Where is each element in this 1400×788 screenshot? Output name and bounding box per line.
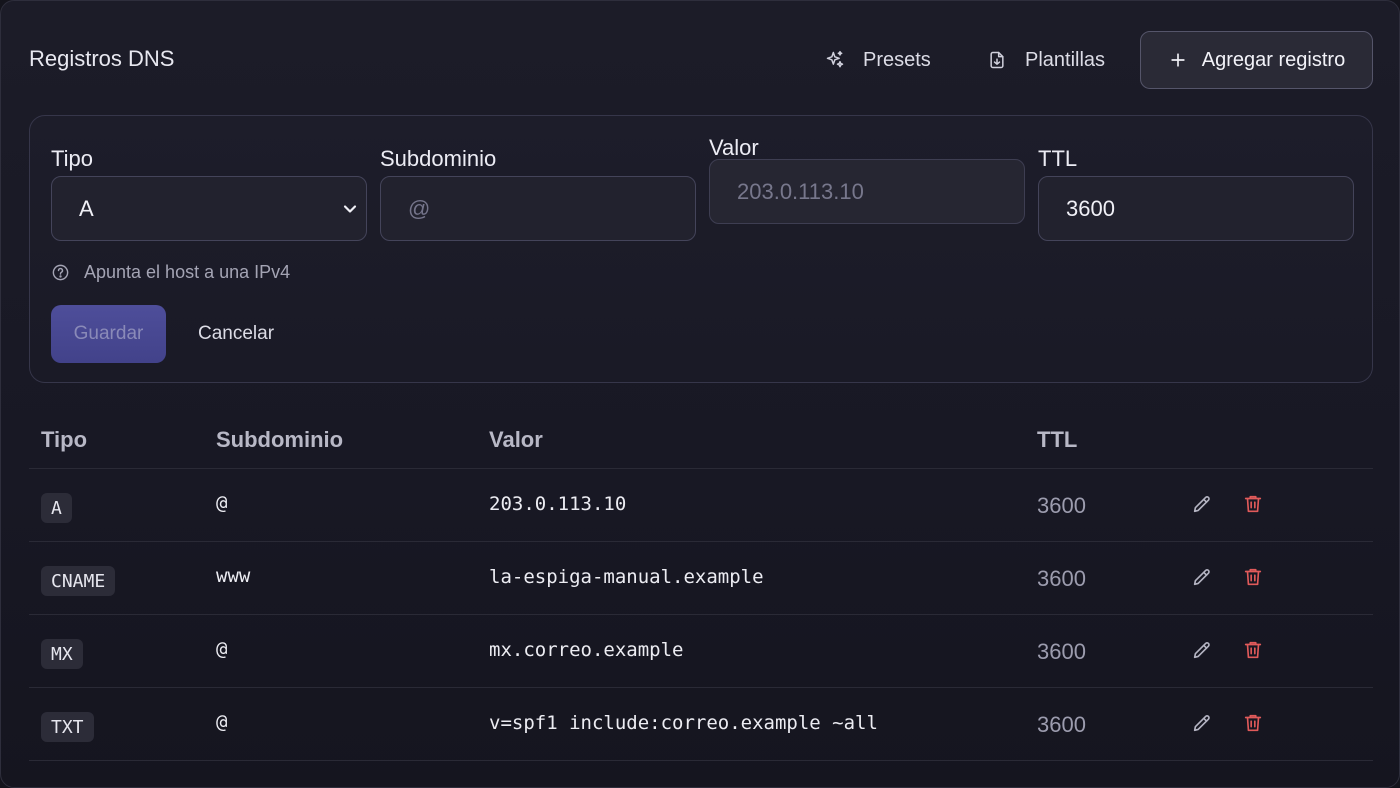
dns-records-panel: Registros DNS Presets Plantillas Agregar… [0,0,1400,788]
column-header-subdomain: Subdominio [216,427,344,452]
table-row: CNAME www la-espiga-manual.example 3600 [29,542,1373,615]
plus-icon [1171,53,1185,67]
record-ttl: 3600 [1037,566,1086,591]
pencil-icon[interactable] [1191,566,1213,588]
column-header-ttl: TTL [1037,427,1078,452]
value-input[interactable]: 203.0.113.10 [709,159,1025,224]
value-label: Valor [709,135,759,160]
subdomain-label: Subdominio [380,146,497,171]
chevron-down-icon [343,205,357,213]
cancel-button[interactable]: Cancelar [198,305,274,363]
templates-button[interactable]: Plantillas [987,31,1105,89]
record-subdomain: www [216,565,251,587]
value-input-text: 203.0.113.10 [737,178,864,204]
record-ttl: 3600 [1037,493,1086,518]
record-form: Tipo A Subdominio @ Valor 203.0.113.10 T… [29,115,1373,383]
record-type-badge: MX [41,639,83,669]
trash-icon[interactable] [1242,712,1264,734]
trash-icon[interactable] [1242,493,1264,515]
record-type-badge: TXT [41,712,94,742]
pencil-icon[interactable] [1191,493,1213,515]
record-value: la-espiga-manual.example [489,566,764,588]
record-type-badge: CNAME [41,566,116,596]
ttl-input[interactable]: 3600 [1038,176,1354,241]
column-header-type: Tipo [41,427,88,452]
table-row: A @ 203.0.113.10 3600 [29,469,1373,542]
trash-icon[interactable] [1242,639,1264,661]
templates-label: Plantillas [1025,48,1106,71]
table-row: MX @ mx.correo.example 3600 [29,615,1373,688]
type-label: Tipo [51,146,93,171]
pencil-icon[interactable] [1191,712,1213,734]
record-value: mx.correo.example [489,639,684,661]
question-circle-icon [52,264,69,281]
pencil-icon[interactable] [1191,639,1213,661]
save-button[interactable]: Guardar [51,305,166,363]
trash-icon[interactable] [1242,566,1264,588]
type-select-value: A [79,195,94,221]
subdomain-placeholder: @ [408,195,431,221]
record-subdomain: @ [216,711,228,733]
subdomain-input[interactable]: @ [380,176,696,241]
add-record-label: Agregar registro [1201,48,1346,71]
presets-label: Presets [863,48,931,71]
help-text: Apunta el host a una IPv4 [84,262,291,282]
records-table: Tipo Subdominio Valor TTL A @ 203.0.113.… [29,411,1373,761]
panel-header: Registros DNS Presets Plantillas Agregar… [29,31,1373,89]
ttl-label: TTL [1038,146,1078,171]
add-record-button[interactable]: Agregar registro [1140,31,1373,89]
record-type-badge: A [41,493,72,523]
record-value: 203.0.113.10 [489,493,627,515]
record-subdomain: @ [216,638,228,660]
presets-button[interactable]: Presets [825,31,931,89]
help-hint: Apunta el host a una IPv4 [51,262,290,283]
record-value: v=spf1 include:correo.example ~all [489,712,878,734]
type-select[interactable]: A [51,176,367,241]
file-download-icon [990,51,1004,69]
record-subdomain: @ [216,492,228,514]
sparkles-icon [826,50,844,68]
table-header: Tipo Subdominio Valor TTL [29,411,1373,469]
column-header-value: Valor [489,427,543,452]
record-ttl: 3600 [1037,639,1086,664]
table-row: TXT @ v=spf1 include:correo.example ~all… [29,688,1373,761]
page-title: Registros DNS [29,46,175,71]
ttl-input-value: 3600 [1066,195,1115,221]
record-ttl: 3600 [1037,712,1086,737]
